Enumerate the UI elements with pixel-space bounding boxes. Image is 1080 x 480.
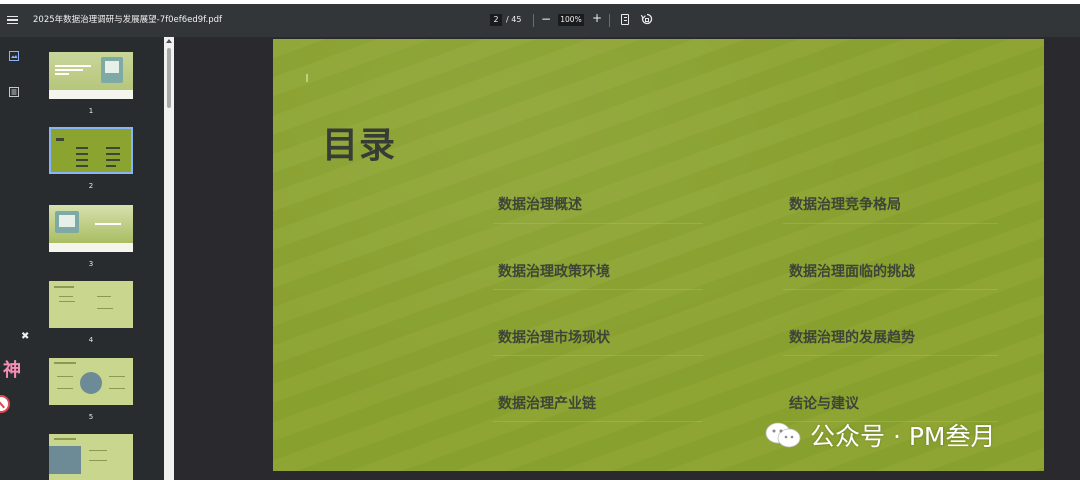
zoom-level-input[interactable] xyxy=(558,14,584,26)
toc-divider xyxy=(493,421,703,422)
thumbnail-page-number: 5 xyxy=(88,413,94,421)
toolbar-divider xyxy=(609,14,610,27)
rotate-icon[interactable] xyxy=(640,12,654,26)
toolbar-divider xyxy=(533,14,534,27)
toc-item: 结论与建议 xyxy=(789,396,859,412)
thumbnails-view-icon[interactable] xyxy=(9,51,19,61)
toc-item: 数据治理竞争格局 xyxy=(789,197,901,213)
toc-item: 数据治理概述 xyxy=(498,197,582,213)
menu-icon[interactable] xyxy=(7,12,21,28)
sticker-text: 神 xyxy=(3,360,21,381)
page-thumbnail[interactable] xyxy=(49,205,133,252)
thumbnail-panel: 1 2 3 4 5 xyxy=(32,37,164,480)
toc-divider xyxy=(493,289,703,290)
thumbnail-page-number: 3 xyxy=(88,260,94,268)
toc-divider xyxy=(783,289,998,290)
pdf-page: 目录 数据治理概述 数据治理竞争格局 数据治理政策环境 数据治理面临的挑战 数据… xyxy=(273,39,1044,471)
page-thumbnail[interactable] xyxy=(49,358,133,405)
page-thumbnail[interactable] xyxy=(49,434,133,480)
thumbnail-page-number: 2 xyxy=(88,182,94,190)
thumbnail-page-number: 1 xyxy=(88,107,94,115)
sidebar-rail xyxy=(0,37,32,480)
watermark-text: 公众号 · PM叁月 xyxy=(810,422,996,451)
document-title: 2025年数据治理调研与发展展望-7f0ef6ed9f.pdf xyxy=(33,15,223,25)
page-decoration xyxy=(306,74,308,82)
toc-divider xyxy=(783,355,998,356)
thumbnail-page-number: 4 xyxy=(88,336,94,344)
toc-divider xyxy=(493,355,703,356)
fit-page-icon[interactable] xyxy=(621,14,629,25)
toc-item: 数据治理产业链 xyxy=(498,396,596,412)
page-thumbnail[interactable] xyxy=(49,52,133,99)
page-thumbnail-selected[interactable] xyxy=(49,127,133,174)
toc-item: 数据治理政策环境 xyxy=(498,264,610,280)
page-total: / 45 xyxy=(506,15,522,24)
watermark: 公众号 · PM叁月 xyxy=(764,420,996,451)
scrollbar-thumb[interactable] xyxy=(167,48,171,108)
floating-sticker[interactable]: 神 xyxy=(0,354,26,384)
toc-item: 数据治理的发展趋势 xyxy=(789,330,915,346)
page-number-input[interactable] xyxy=(490,14,502,26)
page-heading: 目录 xyxy=(322,125,397,166)
wechat-icon xyxy=(765,422,801,448)
scroll-up-arrow-icon[interactable] xyxy=(166,39,172,43)
toc-divider xyxy=(493,223,703,224)
pdf-toolbar: 2025年数据治理调研与发展展望-7f0ef6ed9f.pdf / 45 − + xyxy=(0,4,1080,37)
toc-divider xyxy=(783,223,998,224)
outline-view-icon[interactable] xyxy=(9,87,19,97)
page-thumbnail[interactable] xyxy=(49,281,133,328)
close-overlay-icon[interactable]: ✖ xyxy=(21,331,29,342)
toc-item: 数据治理面临的挑战 xyxy=(789,264,915,280)
zoom-in-button[interactable]: + xyxy=(592,11,602,25)
zoom-out-button[interactable]: − xyxy=(541,12,551,26)
toc-item: 数据治理市场现状 xyxy=(498,330,610,346)
